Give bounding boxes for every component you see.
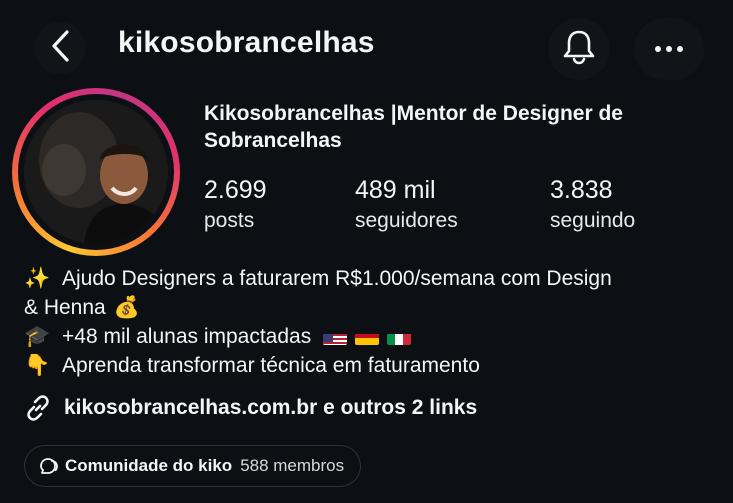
bio-text: Aprenda transformar técnica em faturamen… [62, 354, 480, 377]
story-ring[interactable] [12, 88, 180, 256]
community-chip[interactable]: Comunidade do kiko 588 membros [24, 445, 362, 487]
back-button[interactable] [34, 22, 86, 74]
stat-followers[interactable]: 489 mil seguidores [355, 176, 458, 233]
profile-links[interactable]: kikosobrancelhas.com.br e outros 2 links [24, 394, 477, 422]
profile-bio: ✨ Ajudo Designers a faturarem R$1.000/se… [24, 264, 714, 380]
bell-icon [562, 29, 596, 70]
usa-flag-icon [323, 329, 348, 345]
sparkles-icon: ✨ [24, 266, 51, 290]
pointing-down-icon: 👇 [24, 353, 51, 377]
stat-label: seguindo [550, 209, 636, 232]
spain-flag-icon [355, 329, 380, 345]
bio-line: & Henna 💰 [24, 293, 714, 322]
links-text[interactable]: kikosobrancelhas.com.br e outros 2 links [64, 396, 477, 420]
profile-display-name: Kikosobrancelhas |Mentor de Designer de … [204, 102, 623, 152]
more-horizontal-icon [654, 40, 684, 58]
stat-posts[interactable]: 2.699 posts [204, 176, 267, 233]
chat-bubbles-icon [39, 457, 59, 475]
link-icon [24, 394, 52, 422]
bio-text: Ajudo Designers a faturarem R$1.000/sema… [62, 267, 612, 290]
stat-label: seguidores [355, 209, 458, 232]
bio-text: +48 mil alunas impactadas [62, 325, 312, 348]
italy-flag-icon [387, 329, 412, 345]
stat-value: 489 mil [355, 176, 436, 204]
stat-value: 3.838 [550, 176, 613, 204]
notifications-button[interactable] [548, 18, 610, 80]
stat-value: 2.699 [204, 176, 267, 204]
more-options-button[interactable] [634, 18, 704, 80]
community-name: Comunidade do kiko [65, 456, 233, 475]
graduation-cap-icon: 🎓 [24, 324, 51, 348]
chevron-left-icon [49, 29, 71, 68]
profile-username: kikosobrancelhas [118, 26, 375, 59]
bio-text: & Henna [24, 296, 106, 319]
stat-following[interactable]: 3.838 seguindo [550, 176, 635, 233]
money-bag-icon: 💰 [113, 295, 140, 319]
bio-line: 👇 Aprenda transformar técnica em faturam… [24, 351, 714, 380]
bio-line: 🎓 +48 mil alunas impactadas [24, 322, 714, 351]
bio-line: ✨ Ajudo Designers a faturarem R$1.000/se… [24, 264, 714, 293]
stat-label: posts [204, 209, 255, 232]
avatar[interactable] [24, 100, 168, 244]
avatar-photo [24, 100, 168, 244]
community-members: 588 membros [240, 456, 345, 475]
